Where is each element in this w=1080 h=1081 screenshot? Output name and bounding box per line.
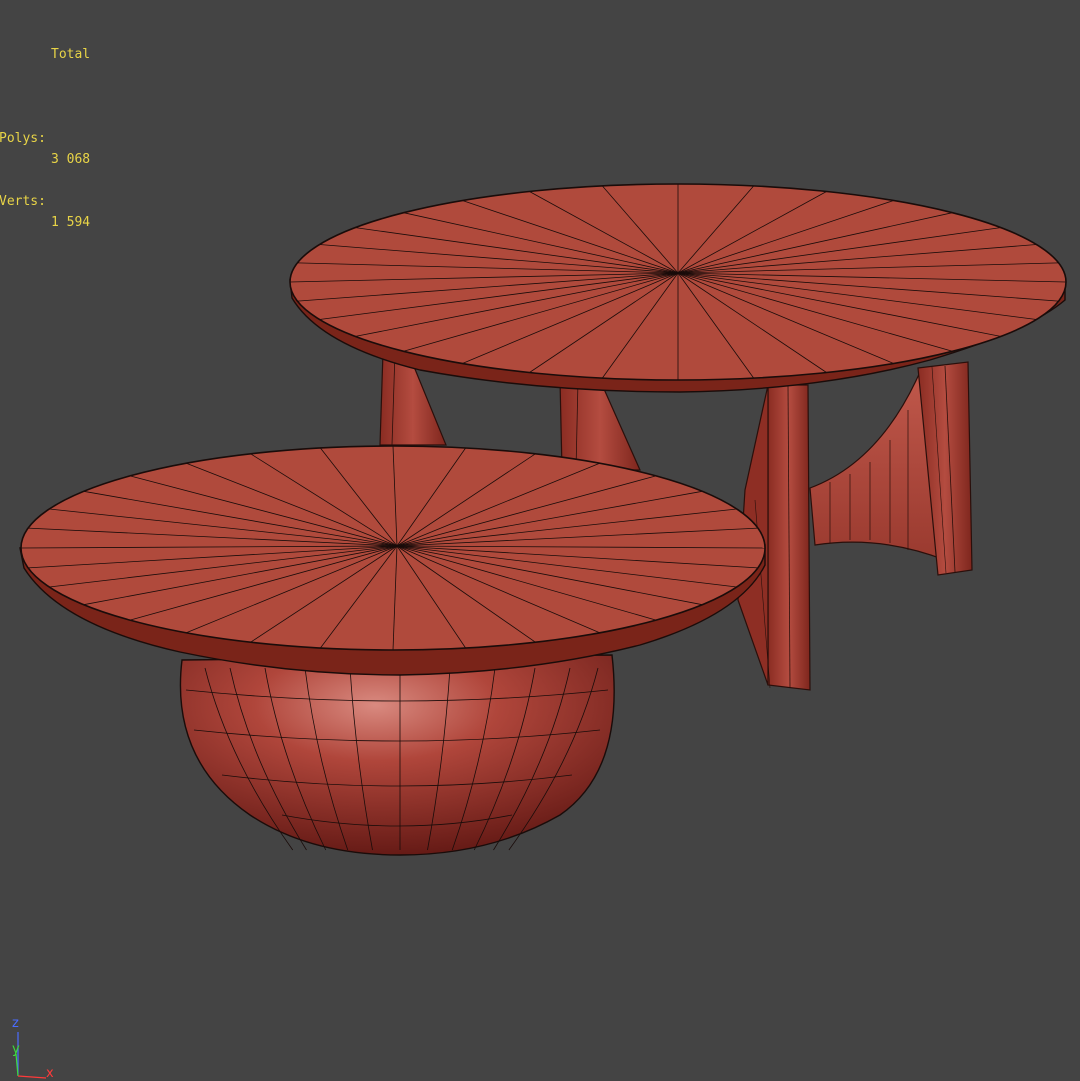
small-table-bowl-base — [179, 654, 615, 856]
verts-label: Verts: — [0, 194, 46, 209]
large-table-leg-back-middle — [559, 379, 641, 471]
axis-z-label: z — [12, 1016, 19, 1031]
verts-value: 1 594 — [51, 215, 91, 230]
small-table[interactable] — [19, 445, 766, 856]
scene-render[interactable] — [0, 0, 1080, 1080]
polys-value: 3 068 — [51, 152, 91, 167]
axis-x-label: x — [46, 1066, 54, 1081]
viewport-statistics: Total Polys: 3 068 Verts: 1 594 — [0, 2, 90, 233]
axis-gizmo: z y x — [6, 1010, 66, 1081]
stats-header: Total — [51, 47, 91, 62]
3d-viewport[interactable]: Total Polys: 3 068 Verts: 1 594 z y x — [0, 0, 1080, 1081]
axis-y-label: y — [12, 1042, 20, 1057]
polys-label: Polys: — [0, 131, 46, 146]
